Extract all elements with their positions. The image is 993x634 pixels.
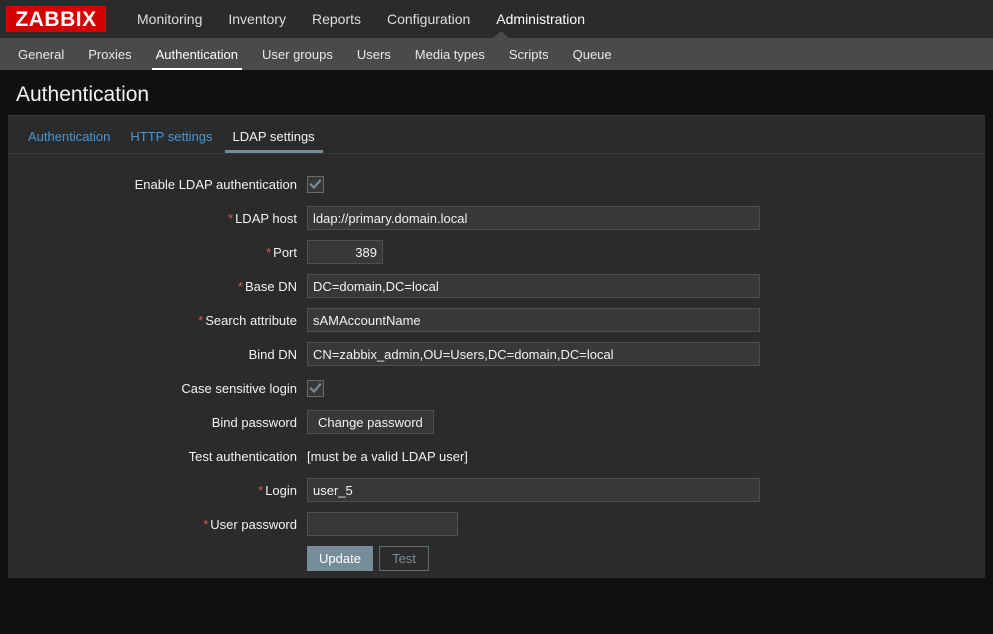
main-menu: Monitoring Inventory Reports Configurati… xyxy=(124,0,598,38)
required-marker: * xyxy=(258,483,263,498)
subnav-item-media-types[interactable]: Media types xyxy=(403,38,497,70)
ldap-settings-panel: Authentication HTTP settings LDAP settin… xyxy=(8,116,985,578)
mainnav-item-monitoring[interactable]: Monitoring xyxy=(124,0,215,38)
subnav-item-users[interactable]: Users xyxy=(345,38,403,70)
label-port: *Port xyxy=(8,245,307,260)
tab-ldap-settings[interactable]: LDAP settings xyxy=(223,129,325,153)
row-case-sensitive-login: Case sensitive login xyxy=(8,376,985,400)
ldap-settings-form: Enable LDAP authentication *LDAP host *P… xyxy=(8,154,985,571)
base-dn-input[interactable] xyxy=(307,274,760,298)
label-user-password: *User password xyxy=(8,517,307,532)
label-search-attribute: *Search attribute xyxy=(8,313,307,328)
change-password-button[interactable]: Change password xyxy=(307,410,434,434)
page-header: Authentication xyxy=(8,70,985,116)
check-icon xyxy=(309,382,322,395)
subnav-item-proxies[interactable]: Proxies xyxy=(76,38,143,70)
row-ldap-host: *LDAP host xyxy=(8,206,985,230)
login-input[interactable] xyxy=(307,478,760,502)
row-user-password: *User password xyxy=(8,512,985,536)
label-enable-ldap: Enable LDAP authentication xyxy=(8,177,307,192)
label-base-dn: *Base DN xyxy=(8,279,307,294)
check-icon xyxy=(309,178,322,191)
row-bind-password: Bind password Change password xyxy=(8,410,985,434)
row-login: *Login xyxy=(8,478,985,502)
test-authentication-hint: [must be a valid LDAP user] xyxy=(307,449,468,464)
mainnav-item-inventory[interactable]: Inventory xyxy=(215,0,299,38)
required-marker: * xyxy=(266,245,271,260)
subnav-item-general[interactable]: General xyxy=(6,38,76,70)
user-password-input[interactable] xyxy=(307,512,458,536)
label-bind-dn: Bind DN xyxy=(8,347,307,362)
row-enable-ldap: Enable LDAP authentication xyxy=(8,172,985,196)
port-input[interactable] xyxy=(307,240,383,264)
row-port: *Port xyxy=(8,240,985,264)
tab-http-settings[interactable]: HTTP settings xyxy=(120,129,222,153)
case-sensitive-login-checkbox[interactable] xyxy=(307,380,324,397)
enable-ldap-checkbox[interactable] xyxy=(307,176,324,193)
page-title: Authentication xyxy=(16,84,985,105)
required-marker: * xyxy=(228,211,233,226)
sub-navigation-bar: General Proxies Authentication User grou… xyxy=(0,38,993,70)
required-marker: * xyxy=(203,517,208,532)
tab-authentication[interactable]: Authentication xyxy=(18,129,120,153)
row-form-actions: Update Test xyxy=(8,546,985,571)
row-test-authentication: Test authentication [must be a valid LDA… xyxy=(8,444,985,468)
subnav-item-queue[interactable]: Queue xyxy=(561,38,624,70)
triangle-pointer-icon xyxy=(493,31,509,38)
search-attribute-input[interactable] xyxy=(307,308,760,332)
row-search-attribute: *Search attribute xyxy=(8,308,985,332)
label-bind-password: Bind password xyxy=(8,415,307,430)
subnav-item-user-groups[interactable]: User groups xyxy=(250,38,345,70)
subnav-item-authentication[interactable]: Authentication xyxy=(144,38,250,70)
required-marker: * xyxy=(238,279,243,294)
label-ldap-host: *LDAP host xyxy=(8,211,307,226)
zabbix-logo[interactable]: ZABBIX xyxy=(6,6,106,32)
label-case-sensitive-login: Case sensitive login xyxy=(8,381,307,396)
ldap-host-input[interactable] xyxy=(307,206,760,230)
label-test-authentication: Test authentication xyxy=(8,449,307,464)
subnav-item-scripts[interactable]: Scripts xyxy=(497,38,561,70)
row-bind-dn: Bind DN xyxy=(8,342,985,366)
bind-dn-input[interactable] xyxy=(307,342,760,366)
label-login: *Login xyxy=(8,483,307,498)
row-base-dn: *Base DN xyxy=(8,274,985,298)
required-marker: * xyxy=(198,313,203,328)
form-tab-list: Authentication HTTP settings LDAP settin… xyxy=(8,116,985,154)
mainnav-item-reports[interactable]: Reports xyxy=(299,0,374,38)
update-button[interactable]: Update xyxy=(307,546,373,571)
mainnav-item-configuration[interactable]: Configuration xyxy=(374,0,483,38)
test-button[interactable]: Test xyxy=(379,546,429,571)
